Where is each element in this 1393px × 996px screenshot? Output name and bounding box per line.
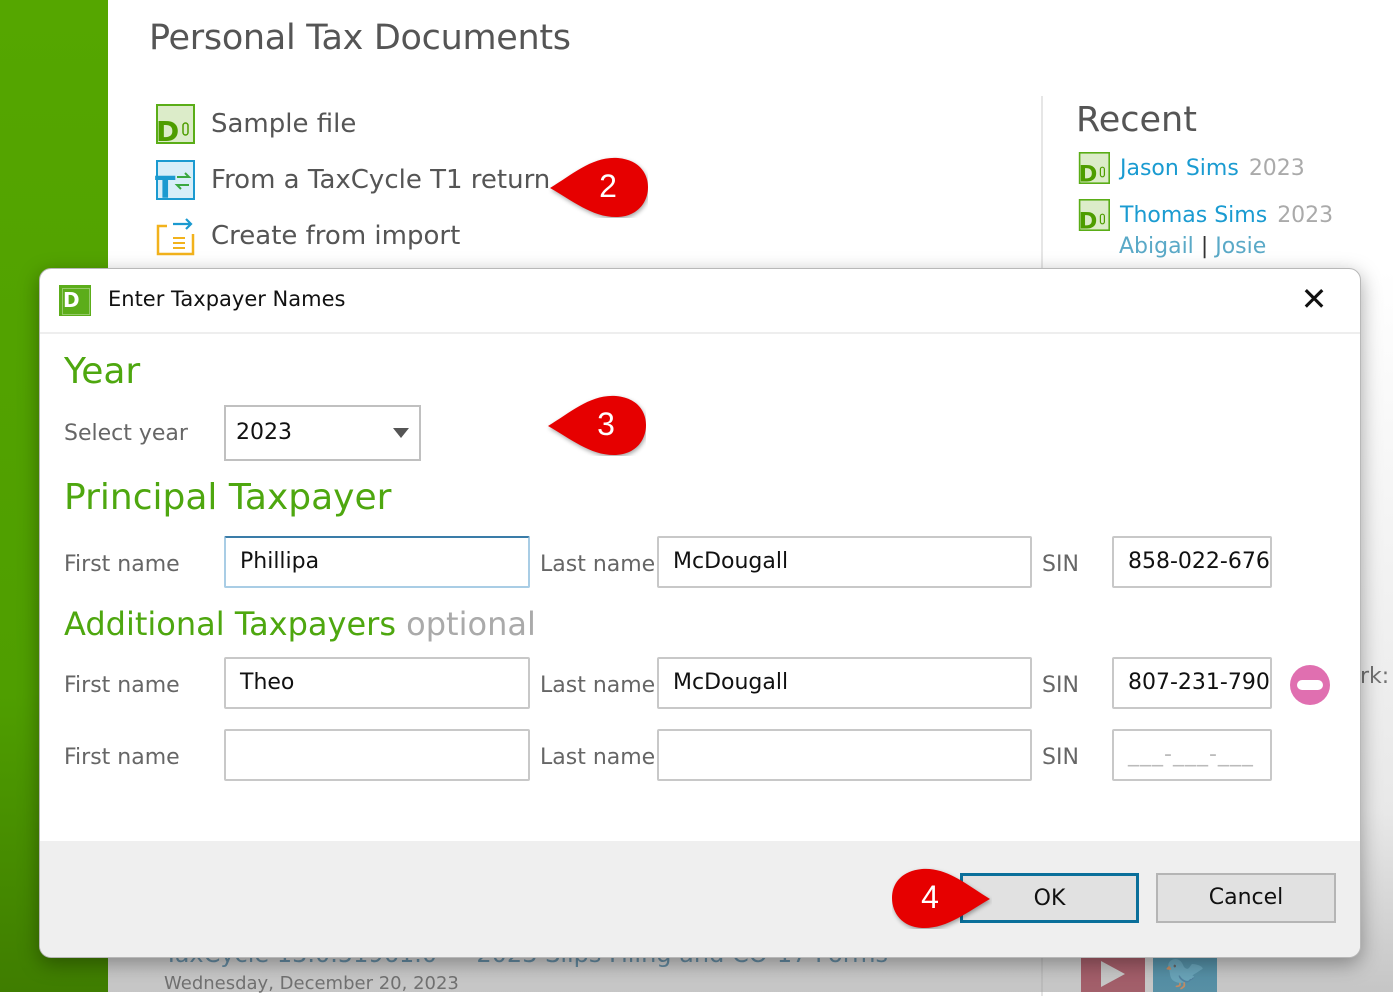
recent-item[interactable]: D Jason Sims 2023 — [1078, 152, 1305, 184]
recent-sub-separator: | — [1200, 234, 1209, 259]
new-sample-file[interactable]: D Sample file — [155, 104, 357, 148]
svg-text:D: D — [1079, 209, 1098, 231]
optional-hint: optional — [406, 605, 536, 643]
principal-sin-input[interactable]: 858-022-676 — [1112, 536, 1272, 588]
additional-taxpayers-title: Additional Taxpayers — [64, 605, 396, 643]
new-from-t1-return[interactable]: T From a TaxCycle T1 return — [155, 160, 551, 206]
year-select-value: 2023 — [236, 420, 292, 445]
last-name-label: Last name — [540, 552, 656, 577]
principal-last-name-input[interactable]: McDougall — [657, 536, 1032, 588]
enter-taxpayer-names-dialog: D Enter Taxpayer Names ✕ Year Select yea… — [39, 268, 1361, 958]
recent-sub-link[interactable]: Abigail — [1119, 234, 1194, 259]
dialog-footer: OK Cancel — [40, 841, 1360, 957]
new-sample-file-label: Sample file — [211, 109, 357, 139]
callout-number: 3 — [597, 406, 615, 442]
additional-last-name-input[interactable] — [657, 729, 1032, 781]
recent-item-name[interactable]: Thomas Sims — [1120, 203, 1267, 228]
sin-placeholder: ___-___-___ — [1128, 742, 1254, 767]
svg-text:D: D — [156, 115, 179, 144]
additional-first-name-input[interactable] — [224, 729, 530, 781]
svg-text:D: D — [1079, 162, 1098, 184]
principal-first-name-input[interactable]: Phillipa — [224, 536, 530, 588]
recent-item-year: 2023 — [1277, 202, 1334, 228]
new-create-from-import-label: Create from import — [211, 221, 461, 251]
page-title: Personal Tax Documents — [149, 18, 571, 58]
year-select[interactable]: 2023 — [224, 405, 421, 461]
cancel-button[interactable]: Cancel — [1156, 873, 1336, 923]
sin-label: SIN — [1042, 552, 1079, 577]
recent-heading: Recent — [1076, 100, 1197, 140]
t1-transfer-icon: T — [155, 160, 195, 206]
doc-attachment-icon: D — [155, 104, 195, 148]
remove-taxpayer-icon[interactable] — [1290, 665, 1330, 705]
step-callout-2: 2 — [548, 156, 648, 218]
additional-sin-input[interactable]: 807-231-790 — [1112, 657, 1272, 709]
app-icon: D — [59, 285, 91, 316]
last-name-label: Last name — [540, 745, 656, 770]
sin-label: SIN — [1042, 745, 1079, 770]
sin-label: SIN — [1042, 673, 1079, 698]
recent-sub-link[interactable]: Josie — [1215, 234, 1266, 259]
chevron-down-icon — [393, 428, 409, 438]
first-name-label: First name — [64, 673, 180, 698]
new-from-t1-return-label: From a TaxCycle T1 return — [211, 165, 551, 195]
year-heading: Year — [64, 351, 141, 392]
additional-last-name-input[interactable]: McDougall — [657, 657, 1032, 709]
select-year-label: Select year — [64, 421, 188, 446]
callout-number: 2 — [599, 168, 617, 204]
last-name-label: Last name — [540, 673, 656, 698]
dialog-title: Enter Taxpayer Names — [108, 287, 346, 311]
step-callout-4: 4 — [892, 867, 992, 929]
recent-item[interactable]: D Thomas Sims 2023 — [1078, 199, 1333, 231]
additional-sin-input[interactable]: ___-___-___ — [1112, 729, 1272, 781]
additional-first-name-input[interactable]: Theo — [224, 657, 530, 709]
callout-number: 4 — [921, 879, 939, 915]
doc-attachment-icon: D — [1078, 152, 1110, 184]
step-callout-3: 3 — [546, 394, 646, 456]
doc-attachment-icon: D — [1078, 199, 1110, 231]
first-name-label: First name — [64, 552, 180, 577]
principal-taxpayer-heading: Principal Taxpayer — [64, 477, 392, 518]
first-name-label: First name — [64, 745, 180, 770]
recent-item-year: 2023 — [1248, 155, 1305, 181]
dialog-header: D Enter Taxpayer Names ✕ — [40, 269, 1360, 334]
close-icon[interactable]: ✕ — [1298, 283, 1330, 315]
import-icon — [155, 216, 195, 256]
svg-text:T: T — [155, 171, 176, 200]
recent-item-name[interactable]: Jason Sims — [1120, 156, 1239, 181]
recent-sub-links: Abigail | Josie — [1119, 234, 1266, 259]
new-create-from-import[interactable]: Create from import — [155, 216, 460, 256]
additional-taxpayers-heading: Additional Taxpayers optional — [64, 605, 536, 643]
